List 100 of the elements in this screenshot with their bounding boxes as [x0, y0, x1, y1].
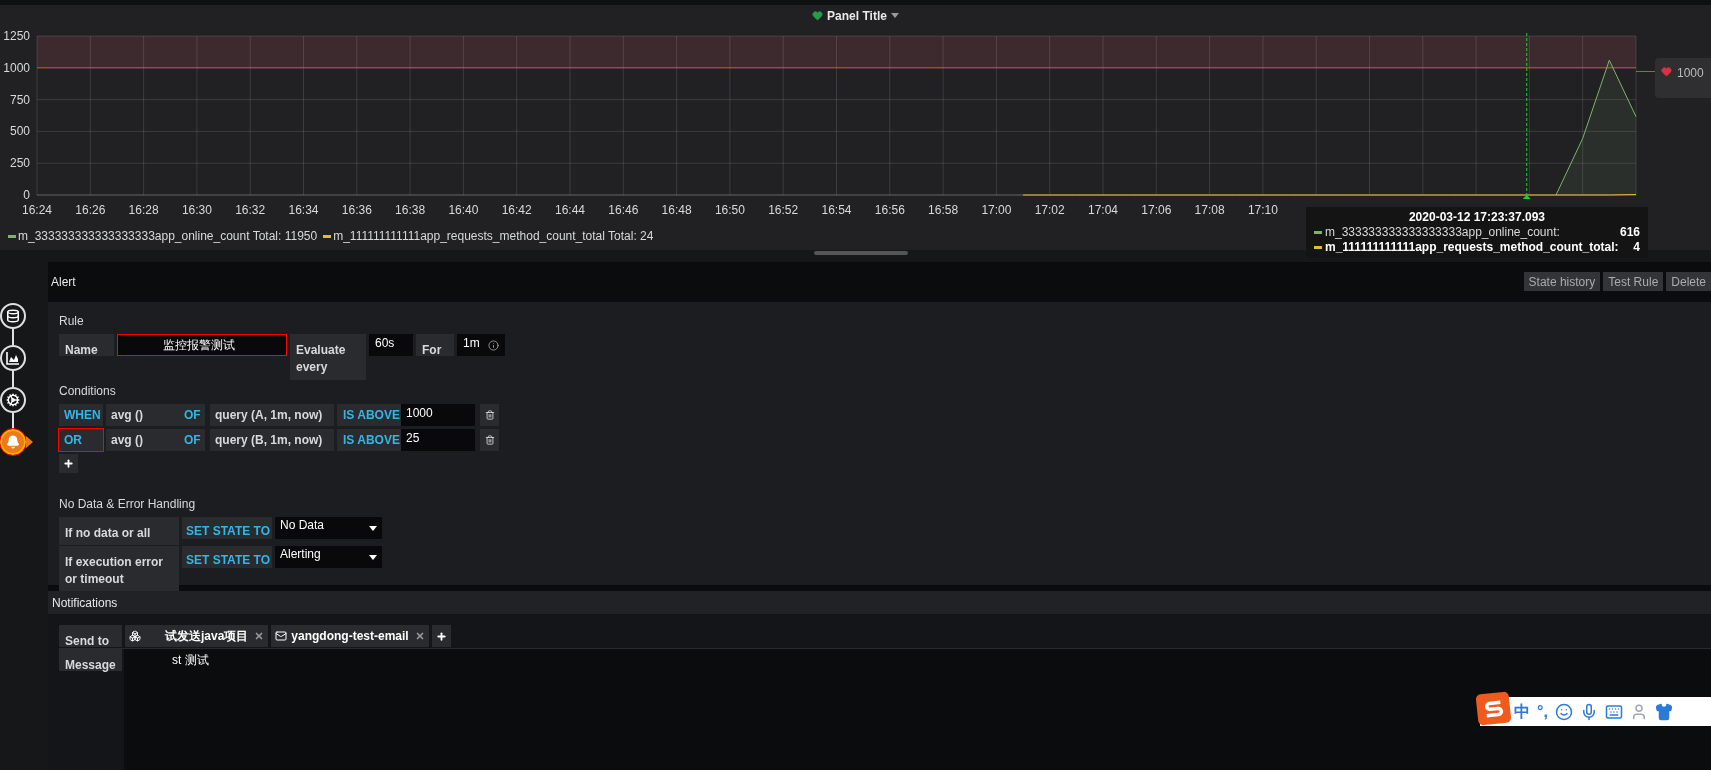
- x-axis-label: 17:10: [1247, 203, 1278, 217]
- trash-icon: [484, 435, 495, 445]
- panel-title[interactable]: Panel Title: [827, 6, 887, 25]
- trash-icon: [484, 410, 495, 420]
- caret-icon: [369, 555, 377, 560]
- cubes-icon: [129, 630, 141, 642]
- ime-mode[interactable]: 中: [1514, 699, 1530, 724]
- editor-step[interactable]: [0, 387, 26, 413]
- x-axis-label: 16:30: [181, 203, 212, 217]
- info-icon: [488, 340, 499, 351]
- notification-target[interactable]: yangdong-test-email: [271, 625, 429, 647]
- field-label: Send to: [59, 625, 122, 647]
- caret-icon: [890, 13, 899, 18]
- condition-keyword: OF: [179, 404, 205, 426]
- tooltip-row: m_333333333333333333app_online_count: 616: [1314, 225, 1640, 240]
- legend-item[interactable]: m_333333333333333333app_online_count Total: 11950: [8, 227, 318, 245]
- editor-step[interactable]: [0, 303, 26, 329]
- reducer-select[interactable]: avg (): [106, 404, 179, 426]
- bell-icon: [6, 435, 20, 449]
- x-axis-label: 16:32: [235, 203, 266, 217]
- field-label: If execution error or timeout: [59, 546, 179, 591]
- notification-target[interactable]: 试发送java项目: [125, 625, 269, 647]
- ime-punctuation[interactable]: °,: [1537, 699, 1548, 724]
- editor-step[interactable]: [0, 429, 26, 455]
- add-condition-button[interactable]: [59, 454, 78, 473]
- area-chart-icon: [6, 351, 20, 365]
- keyboard-icon[interactable]: [1604, 702, 1623, 721]
- x-axis-label: 16:54: [821, 203, 852, 217]
- y-axis-label: 1250: [3, 29, 30, 43]
- query-select[interactable]: query (B, 1m, now): [210, 429, 334, 451]
- x-axis-label: 17:04: [1088, 203, 1118, 217]
- field-label: Name: [59, 334, 114, 356]
- x-axis-label: 16:56: [874, 203, 905, 217]
- resize-handle[interactable]: [814, 251, 908, 255]
- threshold-field[interactable]: 25: [401, 429, 475, 451]
- x-axis-label: 17:02: [1034, 203, 1065, 217]
- add-target-button[interactable]: [431, 625, 451, 647]
- remove-icon: [414, 631, 425, 641]
- evaluator-select[interactable]: IS ABOVE: [337, 404, 401, 426]
- condition-operator[interactable]: WHEN: [59, 404, 103, 426]
- heart-icon: [812, 10, 824, 21]
- action-button[interactable]: Test Rule: [1603, 272, 1664, 291]
- x-axis-label: 17:06: [1141, 203, 1172, 217]
- threshold-handle[interactable]: 1000: [1655, 58, 1711, 98]
- x-axis-label: 16:42: [501, 203, 532, 217]
- section-heading: Conditions: [59, 383, 117, 400]
- delete-button[interactable]: [480, 404, 499, 426]
- set-state-label: SET STATE TO: [182, 546, 272, 568]
- tooltip-time: 2020-03-12 17:23:37.093: [1407, 210, 1547, 225]
- y-axis-label: 750: [9, 92, 30, 107]
- y-axis-label: 1000: [3, 60, 30, 75]
- evaluator-select[interactable]: IS ABOVE: [337, 429, 401, 451]
- condition-keyword: OF: [179, 429, 205, 451]
- y-axis-label: 0: [23, 188, 30, 202]
- field-label: If no data or all: [59, 517, 179, 545]
- x-axis-label: 16:46: [608, 203, 639, 217]
- active-step-arrow: [26, 436, 33, 448]
- plus-icon: [63, 458, 74, 469]
- set-state-label: SET STATE TO: [182, 517, 272, 539]
- delete-button[interactable]: [480, 429, 499, 451]
- x-axis-label: 16:58: [928, 203, 959, 217]
- gear-icon: [6, 393, 20, 407]
- threshold-field[interactable]: 1000: [401, 404, 475, 426]
- remove-icon: [254, 631, 265, 641]
- reducer-select[interactable]: avg (): [106, 429, 179, 451]
- database-icon: [6, 309, 20, 323]
- editor-step[interactable]: [0, 345, 26, 371]
- y-axis-label: 500: [9, 124, 30, 139]
- state-select[interactable]: Alerting: [275, 546, 382, 568]
- x-axis-label: 16:50: [714, 203, 745, 217]
- for-field[interactable]: 1m: [457, 334, 505, 356]
- field-label: Message: [59, 649, 122, 671]
- section-title: Notifications: [52, 594, 118, 612]
- x-axis-label: 16:26: [75, 203, 106, 217]
- x-axis-label: 17:08: [1194, 203, 1225, 217]
- field-label: Evaluate every: [290, 334, 366, 380]
- legend-item[interactable]: m_111111111111app_requests_method_count_total Total: 24: [323, 227, 654, 245]
- state-select[interactable]: No Data: [275, 517, 382, 539]
- x-axis-label: 16:28: [128, 203, 159, 217]
- x-axis-label: 16:34: [288, 203, 319, 217]
- smile-icon[interactable]: [1554, 702, 1573, 721]
- caret-icon: [369, 526, 377, 531]
- x-axis-label: 16:48: [661, 203, 692, 217]
- section-heading: No Data & Error Handling: [59, 496, 197, 513]
- x-axis-label: 16:44: [555, 203, 585, 217]
- shirt-icon[interactable]: [1654, 702, 1673, 721]
- action-button[interactable]: State history: [1523, 272, 1601, 291]
- evaluate-field[interactable]: 60s: [369, 334, 413, 356]
- x-axis-label: 16:52: [768, 203, 799, 217]
- field-label: For: [416, 334, 454, 356]
- x-axis-label: 16:36: [341, 203, 372, 217]
- y-axis-label: 250: [9, 156, 30, 171]
- plus-icon: [435, 630, 447, 642]
- name-field[interactable]: 监控报警测试: [117, 334, 287, 356]
- section-title: Alert: [51, 274, 76, 291]
- query-select[interactable]: query (A, 1m, now): [210, 404, 334, 426]
- condition-operator[interactable]: OR: [59, 429, 103, 451]
- action-button[interactable]: Delete: [1666, 272, 1711, 291]
- tooltip-row: m_111111111111app_requests_method_count_total: 4: [1314, 240, 1640, 255]
- x-axis-label: 16:38: [395, 203, 426, 217]
